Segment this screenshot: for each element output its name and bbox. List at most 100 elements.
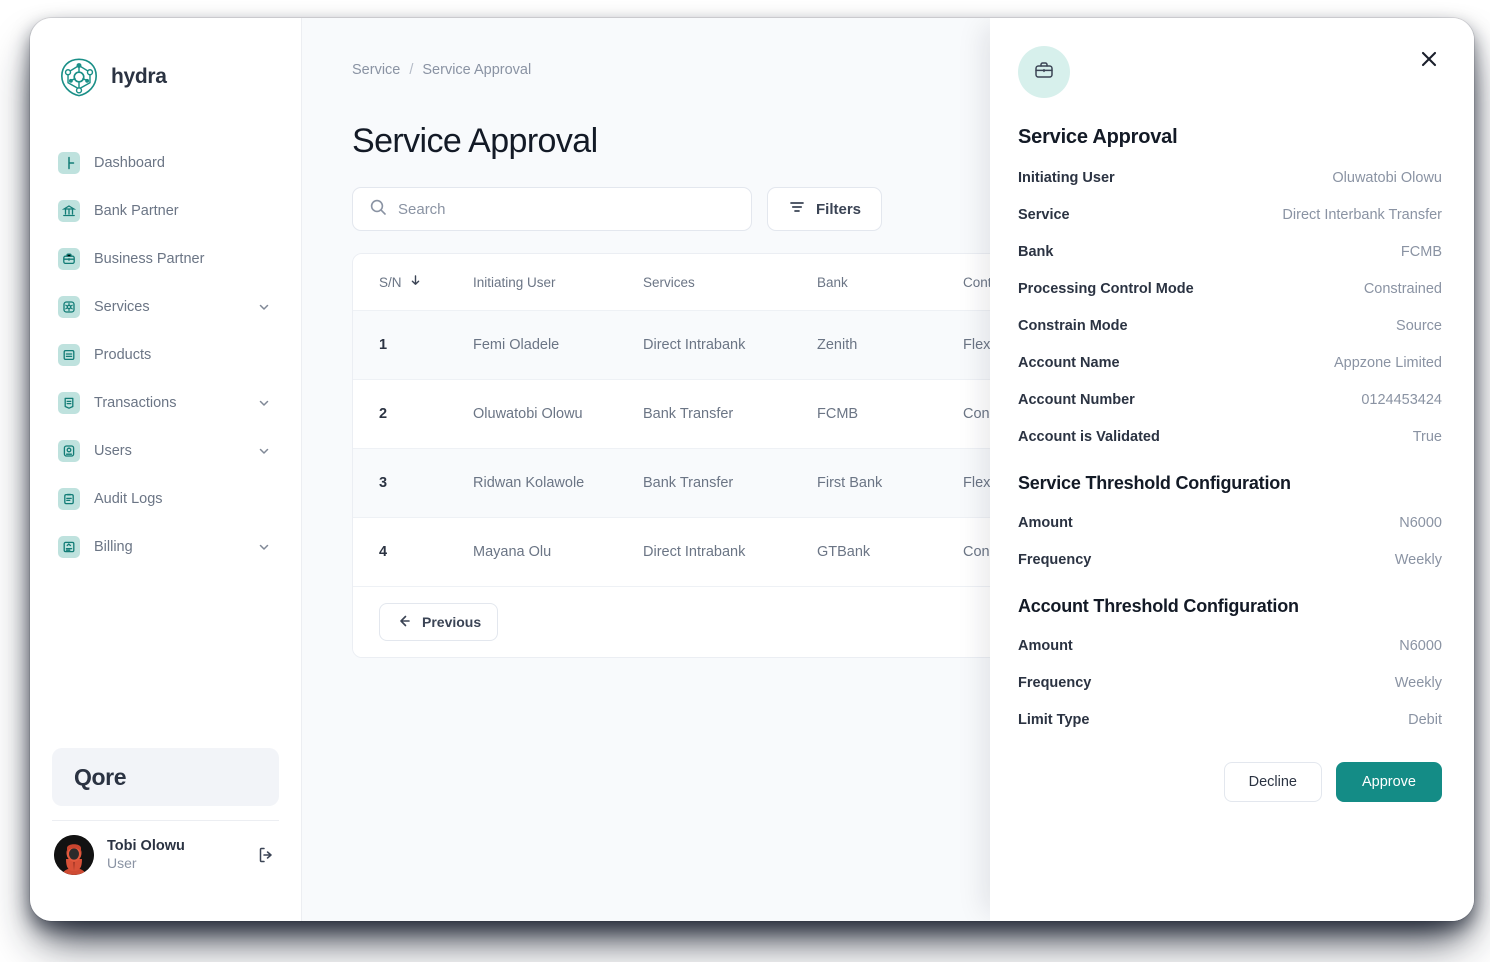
field-key: Service <box>1018 207 1070 223</box>
chevron-down-icon[interactable] <box>257 396 271 410</box>
field-key: Account Number <box>1018 392 1135 408</box>
cell-sn: 4 <box>353 517 473 587</box>
field-key: Bank <box>1018 244 1054 260</box>
search-box[interactable] <box>352 187 752 231</box>
sidebar-item-label: Dashboard <box>94 155 165 171</box>
chevron-down-icon[interactable] <box>257 300 271 314</box>
sidebar-item-services[interactable]: Services <box>44 290 287 324</box>
briefcase-icon <box>58 248 80 270</box>
sidebar-item-billing[interactable]: Billing <box>44 530 287 564</box>
cell-service: Direct Intrabank <box>643 310 817 380</box>
decline-button[interactable]: Decline <box>1223 762 1322 802</box>
sidebar-item-transactions[interactable]: Transactions <box>44 386 287 420</box>
panel-header <box>1018 46 1442 98</box>
sidebar-footer: Qore Tobi Olowu User <box>30 748 301 921</box>
panel-title: Service Approval <box>1018 126 1178 148</box>
filter-icon <box>788 198 806 220</box>
detail-field: Account is Validated True <box>1018 429 1442 445</box>
arrow-left-icon <box>396 613 412 632</box>
cell-user: Oluwatobi Olowu <box>473 379 643 449</box>
avatar <box>54 835 94 875</box>
sidebar-item-products[interactable]: Products <box>44 338 287 372</box>
chevron-down-icon[interactable] <box>257 444 271 458</box>
sidebar-item-users[interactable]: Users <box>44 434 287 468</box>
search-icon <box>369 198 387 221</box>
arrow-down-icon[interactable] <box>409 274 422 290</box>
bank-icon <box>58 200 80 222</box>
field-value: Oluwatobi Olowu <box>1332 170 1442 186</box>
field-value: N6000 <box>1399 515 1442 531</box>
detail-field: Account Number 0124453424 <box>1018 392 1442 408</box>
detail-field: Amount N6000 <box>1018 638 1442 654</box>
cell-sn: 3 <box>353 448 473 518</box>
audit-logs-icon <box>58 488 80 510</box>
approve-button[interactable]: Approve <box>1335 762 1442 802</box>
field-key: Amount <box>1018 638 1073 654</box>
cell-user: Ridwan Kolawole <box>473 448 643 518</box>
column-header-initiating-user: Initiating User <box>473 254 643 311</box>
sidebar-item-label: Business Partner <box>94 251 205 267</box>
cell-bank: Zenith <box>817 310 963 380</box>
breadcrumb-parent[interactable]: Service <box>352 62 400 78</box>
workspace-switcher[interactable]: Qore <box>52 748 279 806</box>
billing-icon <box>58 536 80 558</box>
breadcrumb-separator: / <box>409 62 414 78</box>
sidebar-item-label: Services <box>94 299 150 315</box>
field-key: Frequency <box>1018 675 1092 691</box>
service-threshold-title: Service Threshold Configuration <box>1018 473 1291 493</box>
sidebar-item-label: Audit Logs <box>94 491 163 507</box>
field-key: Amount <box>1018 515 1073 531</box>
logout-icon[interactable] <box>255 844 277 866</box>
cell-bank: GTBank <box>817 517 963 587</box>
field-value: True <box>1412 429 1442 445</box>
field-value: Debit <box>1408 712 1442 728</box>
field-key: Constrain Mode <box>1018 318 1128 334</box>
sidebar-item-label: Bank Partner <box>94 203 179 219</box>
field-value: Weekly <box>1394 552 1442 568</box>
close-icon[interactable] <box>1416 46 1442 72</box>
brand[interactable]: hydra <box>30 18 301 98</box>
field-value: Weekly <box>1394 675 1442 691</box>
hydra-network-logo-icon <box>58 56 100 98</box>
detail-field: Frequency Weekly <box>1018 552 1442 568</box>
chevron-down-icon[interactable] <box>257 540 271 554</box>
cell-bank: First Bank <box>817 448 963 518</box>
detail-field: Account Name Appzone Limited <box>1018 355 1442 371</box>
previous-page-button[interactable]: Previous <box>379 603 499 641</box>
sidebar-item-business-partner[interactable]: Business Partner <box>44 242 287 276</box>
cell-service: Direct Intrabank <box>643 517 817 587</box>
field-key: Account Name <box>1018 355 1120 371</box>
sidebar-item-label: Products <box>94 347 152 363</box>
field-value: N6000 <box>1399 638 1442 654</box>
detail-field: Constrain Mode Source <box>1018 318 1442 334</box>
column-header-sn[interactable]: S/N <box>353 254 473 311</box>
field-key: Initiating User <box>1018 170 1115 186</box>
cell-service: Bank Transfer <box>643 379 817 449</box>
sidebar-item-audit-logs[interactable]: Audit Logs <box>44 482 287 516</box>
divider <box>52 820 279 821</box>
field-value: Constrained <box>1363 281 1442 297</box>
field-value: Appzone Limited <box>1333 355 1442 371</box>
sidebar-item-bank-partner[interactable]: Bank Partner <box>44 194 287 228</box>
user-profile[interactable]: Tobi Olowu User <box>52 831 279 879</box>
account-threshold-title: Account Threshold Configuration <box>1018 596 1299 616</box>
service-approval-detail-panel: Service Approval Initiating User Oluwato… <box>990 18 1474 921</box>
app-window: hydra Dashboard Bank Partner Business Pa… <box>30 18 1474 921</box>
cell-sn: 2 <box>353 379 473 449</box>
transactions-icon <box>58 392 80 414</box>
cell-user: Mayana Olu <box>473 517 643 587</box>
brand-name: hydra <box>111 65 167 88</box>
field-value: Direct Interbank Transfer <box>1282 207 1442 223</box>
sidebar-item-dashboard[interactable]: Dashboard <box>44 146 287 180</box>
panel-actions: Decline Approve <box>1018 762 1442 802</box>
cell-bank: FCMB <box>817 379 963 449</box>
detail-field: Processing Control Mode Constrained <box>1018 281 1442 297</box>
profile-role: User <box>107 855 137 872</box>
filters-label: Filters <box>816 200 862 218</box>
filters-button[interactable]: Filters <box>767 187 883 231</box>
sidebar-item-label: Billing <box>94 539 133 555</box>
search-input[interactable] <box>398 200 735 218</box>
sidebar-nav: Dashboard Bank Partner Business Partner <box>30 146 301 578</box>
detail-field: Bank FCMB <box>1018 244 1442 260</box>
cell-service: Bank Transfer <box>643 448 817 518</box>
